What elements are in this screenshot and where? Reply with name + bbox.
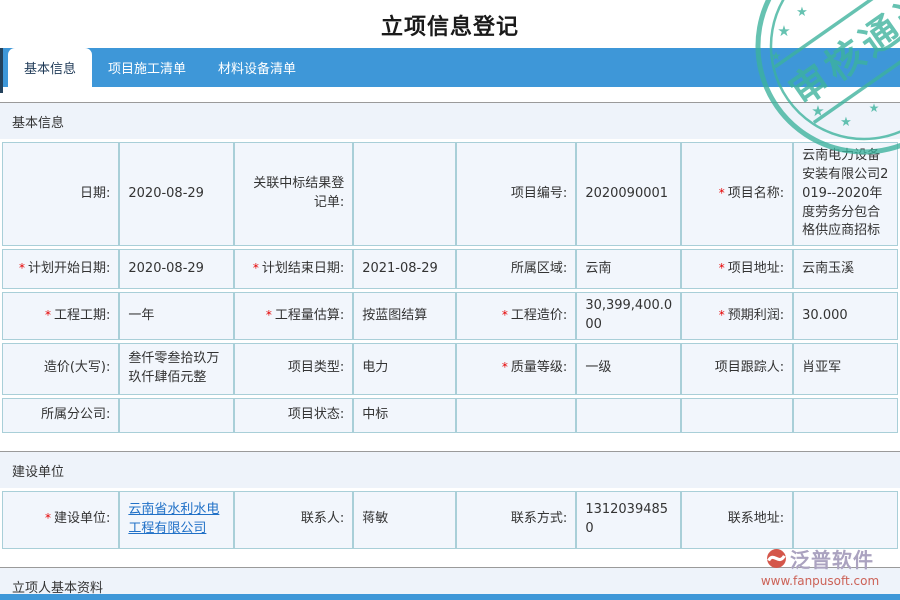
bottom-blue-bar: [0, 594, 900, 600]
contact-address-value: [793, 491, 898, 549]
project-type-value: 电力: [353, 343, 456, 395]
required-star: *: [253, 261, 259, 275]
construction-unit-value: 云南省水利水电工程有限公司: [119, 491, 234, 549]
required-star: *: [45, 308, 51, 322]
construction-unit-label: *建设单位:: [2, 491, 119, 549]
page-title: 立项信息登记: [0, 0, 900, 48]
construction-unit-table-wrap: *建设单位: 云南省水利水电工程有限公司 联系人: 蒋敏 联系方式: 13120…: [0, 488, 900, 552]
related-bid-result-label: 关联中标结果登记单:: [234, 142, 353, 246]
empty-label: [456, 398, 576, 433]
table-row: *计划开始日期: 2020-08-29 *计划结束日期: 2021-08-29 …: [2, 249, 898, 289]
tab-project-construction-list[interactable]: 项目施工清单: [92, 48, 202, 87]
related-bid-result-value: [353, 142, 456, 246]
plan-end-date-value: 2021-08-29: [353, 249, 456, 289]
fanpu-logo-icon: [766, 548, 787, 569]
branch-company-label: 所属分公司:: [2, 398, 119, 433]
cost-in-words-value: 叁仟零叁拾玖万玖仟肆佰元整: [119, 343, 234, 395]
project-address-value: 云南玉溪: [793, 249, 898, 289]
project-tracker-value: 肖亚军: [793, 343, 898, 395]
table-row: 所属分公司: 项目状态: 中标: [2, 398, 898, 433]
project-status-value: 中标: [353, 398, 456, 433]
tab-bar: 基本信息 项目施工清单 材料设备清单: [0, 48, 900, 87]
empty-value: [793, 398, 898, 433]
table-row: *工程工期: 一年 *工程量估算: 按蓝图结算 *工程造价: 30,399,40…: [2, 292, 898, 340]
project-no-label: 项目编号:: [456, 142, 576, 246]
required-star: *: [719, 261, 725, 275]
table-row: *建设单位: 云南省水利水电工程有限公司 联系人: 蒋敏 联系方式: 13120…: [2, 491, 898, 549]
plan-end-date-label: *计划结束日期:: [234, 249, 353, 289]
tab-basic-info[interactable]: 基本信息: [8, 48, 92, 87]
fanpu-brand-url: www.fanpusoft.com: [750, 574, 890, 588]
construction-unit-link[interactable]: 云南省水利水电工程有限公司: [128, 502, 219, 536]
required-star: *: [266, 308, 272, 322]
expected-profit-label: *预期利润:: [681, 292, 793, 340]
tab-material-equipment-list[interactable]: 材料设备清单: [202, 48, 312, 87]
section-header-basic-info: 基本信息: [0, 102, 900, 139]
project-tracker-label: 项目跟踪人:: [681, 343, 793, 395]
empty-label: [681, 398, 793, 433]
branch-company-value: [119, 398, 234, 433]
required-star: *: [719, 308, 725, 322]
project-status-label: 项目状态:: [234, 398, 353, 433]
project-name-value: 云南电力设备安装有限公司2019--2020年度劳务分包合格供应商招标: [793, 142, 898, 246]
fanpu-brand-name: 泛普软件: [790, 544, 874, 573]
region-value: 云南: [576, 249, 681, 289]
cost-in-words-label: 造价(大写):: [2, 343, 119, 395]
contact-person-label: 联系人:: [234, 491, 353, 549]
date-value: 2020-08-29: [119, 142, 234, 246]
table-row: 造价(大写): 叁仟零叁拾玖万玖仟肆佰元整 项目类型: 电力 *质量等级: 一级…: [2, 343, 898, 395]
required-star: *: [45, 511, 51, 525]
required-star: *: [719, 186, 725, 200]
fanpu-brand: 泛普软件 www.fanpusoft.com: [750, 544, 890, 588]
basic-info-table: 日期: 2020-08-29 关联中标结果登记单: 项目编号: 20200900…: [2, 139, 898, 436]
empty-value: [576, 398, 681, 433]
section-header-construction-unit: 建设单位: [0, 451, 900, 488]
date-label: 日期:: [2, 142, 119, 246]
contact-person-value: 蒋敏: [353, 491, 456, 549]
required-star: *: [502, 308, 508, 322]
basic-info-table-wrap: 日期: 2020-08-29 关联中标结果登记单: 项目编号: 20200900…: [0, 139, 900, 436]
contact-address-label: 联系地址:: [681, 491, 793, 549]
project-cost-label: *工程造价:: [456, 292, 576, 340]
plan-start-date-value: 2020-08-29: [119, 249, 234, 289]
quality-grade-value: 一级: [576, 343, 681, 395]
project-duration-value: 一年: [119, 292, 234, 340]
project-name-label: *项目名称:: [681, 142, 793, 246]
project-type-label: 项目类型:: [234, 343, 353, 395]
page: 立项信息登记 基本信息 项目施工清单 材料设备清单 基本信息 日期: 2020-…: [0, 0, 900, 600]
required-star: *: [502, 360, 508, 374]
quantity-estimate-label: *工程量估算:: [234, 292, 353, 340]
required-star: *: [19, 261, 25, 275]
plan-start-date-label: *计划开始日期:: [2, 249, 119, 289]
construction-unit-table: *建设单位: 云南省水利水电工程有限公司 联系人: 蒋敏 联系方式: 13120…: [2, 488, 898, 552]
project-address-label: *项目地址:: [681, 249, 793, 289]
table-row: 日期: 2020-08-29 关联中标结果登记单: 项目编号: 20200900…: [2, 142, 898, 246]
contact-phone-value: 13120394850: [576, 491, 681, 549]
expected-profit-value: 30.000: [793, 292, 898, 340]
project-duration-label: *工程工期:: [2, 292, 119, 340]
project-cost-value: 30,399,400.000: [576, 292, 681, 340]
project-no-value: 2020090001: [576, 142, 681, 246]
quality-grade-label: *质量等级:: [456, 343, 576, 395]
quantity-estimate-value: 按蓝图结算: [353, 292, 456, 340]
contact-phone-label: 联系方式:: [456, 491, 576, 549]
region-label: 所属区域:: [456, 249, 576, 289]
